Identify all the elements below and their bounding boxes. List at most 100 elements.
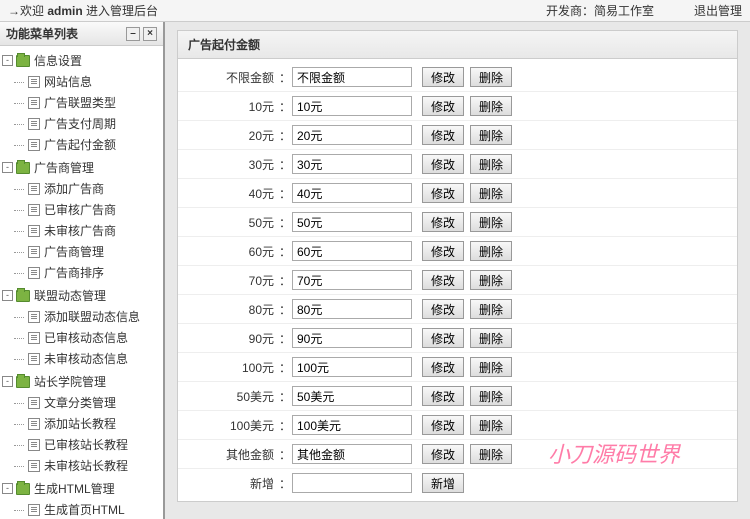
sidebar-collapse-icon[interactable]: – (126, 27, 140, 41)
tree-item[interactable]: 广告商排序 (20, 262, 161, 283)
edit-button[interactable]: 修改 (422, 125, 464, 145)
delete-button[interactable]: 删除 (470, 67, 512, 87)
edit-button[interactable]: 修改 (422, 328, 464, 348)
tree-toggle-icon[interactable]: - (2, 55, 13, 66)
tree-toggle-icon[interactable]: - (2, 376, 13, 387)
doc-icon (28, 460, 40, 472)
tree-item-label: 广告起付金额 (44, 136, 116, 153)
add-input[interactable] (292, 473, 412, 493)
tree-group-label: 站长学院管理 (34, 373, 106, 390)
edit-button[interactable]: 修改 (422, 183, 464, 203)
edit-button[interactable]: 修改 (422, 67, 464, 87)
amount-input[interactable] (292, 183, 412, 203)
row-label: 20元 (178, 127, 278, 144)
table-row: 90元：修改删除 (178, 324, 737, 353)
edit-button[interactable]: 修改 (422, 357, 464, 377)
amount-input[interactable] (292, 357, 412, 377)
doc-icon (28, 397, 40, 409)
row-label: 50元 (178, 214, 278, 231)
delete-button[interactable]: 删除 (470, 183, 512, 203)
edit-button[interactable]: 修改 (422, 444, 464, 464)
add-button[interactable]: 新增 (422, 473, 464, 493)
table-row: 40元：修改删除 (178, 179, 737, 208)
amount-input[interactable] (292, 444, 412, 464)
tree-item[interactable]: 文章分类管理 (20, 392, 161, 413)
edit-button[interactable]: 修改 (422, 212, 464, 232)
row-label: 40元 (178, 185, 278, 202)
colon: ： (278, 243, 292, 260)
amount-input[interactable] (292, 154, 412, 174)
tree-item-label: 广告商排序 (44, 264, 104, 281)
tree-group[interactable]: -联盟动态管理 (2, 285, 161, 306)
tree-toggle-icon[interactable]: - (2, 290, 13, 301)
tree-item[interactable]: 已审核站长教程 (20, 434, 161, 455)
tree-item-label: 添加联盟动态信息 (44, 308, 140, 325)
row-label: 70元 (178, 272, 278, 289)
add-row: 新增：新增 (178, 469, 737, 497)
tree-item[interactable]: 网站信息 (20, 71, 161, 92)
tree-item[interactable]: 已审核动态信息 (20, 327, 161, 348)
doc-icon (28, 267, 40, 279)
tree-item-label: 添加站长教程 (44, 415, 116, 432)
edit-button[interactable]: 修改 (422, 415, 464, 435)
amount-input[interactable] (292, 328, 412, 348)
tree-group[interactable]: - 生成HTML管理 (2, 478, 161, 499)
add-label: 新增 (178, 475, 278, 492)
delete-button[interactable]: 删除 (470, 328, 512, 348)
tree-group[interactable]: - 站长学院管理 (2, 371, 161, 392)
delete-button[interactable]: 删除 (470, 299, 512, 319)
delete-button[interactable]: 删除 (470, 444, 512, 464)
edit-button[interactable]: 修改 (422, 241, 464, 261)
delete-button[interactable]: 删除 (470, 154, 512, 174)
tree-group[interactable]: -广告商管理 (2, 157, 161, 178)
tree-item[interactable]: 广告商管理 (20, 241, 161, 262)
tree-item[interactable]: 添加广告商 (20, 178, 161, 199)
amount-input[interactable] (292, 96, 412, 116)
delete-button[interactable]: 删除 (470, 241, 512, 261)
amount-input[interactable] (292, 212, 412, 232)
edit-button[interactable]: 修改 (422, 154, 464, 174)
delete-button[interactable]: 删除 (470, 212, 512, 232)
delete-button[interactable]: 删除 (470, 357, 512, 377)
tree-item[interactable]: 已审核广告商 (20, 199, 161, 220)
amount-input[interactable] (292, 299, 412, 319)
amount-input[interactable] (292, 415, 412, 435)
edit-button[interactable]: 修改 (422, 270, 464, 290)
edit-button[interactable]: 修改 (422, 299, 464, 319)
logout-link[interactable]: 退出管理 (694, 2, 742, 19)
tree-toggle-icon[interactable]: - (2, 162, 13, 173)
tree-item[interactable]: 未审核广告商 (20, 220, 161, 241)
folder-icon (16, 483, 30, 495)
amount-input[interactable] (292, 241, 412, 261)
tree-item[interactable]: 未审核动态信息 (20, 348, 161, 369)
tree-item[interactable]: 未审核站长教程 (20, 455, 161, 476)
amount-input[interactable] (292, 270, 412, 290)
tree-item[interactable]: 广告支付周期 (20, 113, 161, 134)
tree-toggle-icon[interactable]: - (2, 483, 13, 494)
edit-button[interactable]: 修改 (422, 386, 464, 406)
tree-item[interactable]: 广告起付金额 (20, 134, 161, 155)
edit-button[interactable]: 修改 (422, 96, 464, 116)
sidebar-close-icon[interactable]: × (143, 27, 157, 41)
delete-button[interactable]: 删除 (470, 415, 512, 435)
table-row: 10元：修改删除 (178, 92, 737, 121)
folder-icon (16, 55, 30, 67)
delete-button[interactable]: 删除 (470, 96, 512, 116)
amount-input[interactable] (292, 67, 412, 87)
tree-item[interactable]: 生成首页HTML (20, 499, 161, 519)
delete-button[interactable]: 删除 (470, 270, 512, 290)
table-row: 50元：修改删除 (178, 208, 737, 237)
tree-item[interactable]: 广告联盟类型 (20, 92, 161, 113)
amount-input[interactable] (292, 386, 412, 406)
doc-icon (28, 311, 40, 323)
tree-item[interactable]: 添加站长教程 (20, 413, 161, 434)
tree-group[interactable]: -信息设置 (2, 50, 161, 71)
tree-item[interactable]: 添加联盟动态信息 (20, 306, 161, 327)
doc-icon (28, 97, 40, 109)
amount-input[interactable] (292, 125, 412, 145)
tree-group-label: 生成HTML管理 (34, 480, 115, 497)
delete-button[interactable]: 删除 (470, 386, 512, 406)
doc-icon (28, 246, 40, 258)
row-label: 10元 (178, 98, 278, 115)
delete-button[interactable]: 删除 (470, 125, 512, 145)
